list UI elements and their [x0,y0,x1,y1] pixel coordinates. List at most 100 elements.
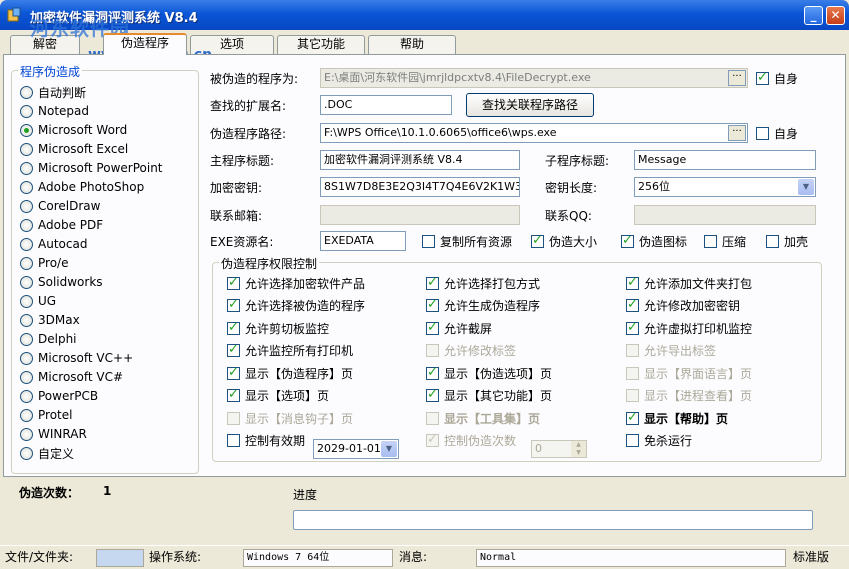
radio-button[interactable] [20,161,33,175]
fake-size-box[interactable] [531,233,544,248]
permission-checkbox[interactable]: 免杀运行 [626,433,692,449]
fake-as-option[interactable]: 自动判断 [20,83,86,101]
spin-up-icon[interactable]: ▲ [571,441,586,449]
checkbox-box[interactable] [227,320,240,335]
radio-button[interactable] [20,370,33,384]
permission-checkbox[interactable]: 显示【选项】页 [227,387,329,404]
permission-checkbox[interactable]: 允许添加文件夹打包 [626,275,752,291]
checkbox-box[interactable] [227,297,240,312]
fake-as-option[interactable]: Microsoft VC++ [20,349,133,367]
permission-checkbox[interactable]: 允许剪切板监控 [227,320,329,336]
email-field[interactable] [320,205,520,225]
calendar-dropdown-icon[interactable]: ▼ [381,441,397,457]
radio-button[interactable] [20,389,33,403]
radio-button[interactable] [20,142,33,156]
main-title-field[interactable]: 加密软件漏洞评测系统 V8.4 [320,150,520,170]
checkbox-box[interactable] [227,275,240,290]
copy-all-resources-checkbox[interactable]: 复制所有资源 [422,233,512,249]
radio-button[interactable] [20,351,33,365]
permission-checkbox[interactable]: 显示【帮助】页 [626,410,728,426]
radio-button[interactable] [20,237,33,251]
fake-as-option[interactable]: Microsoft PowerPoint [20,159,163,177]
target-program-field[interactable]: E:\桌面\河东软件园\jmrjldpcxtv8.4\FileDecrypt.e… [320,68,748,88]
fake-as-option[interactable]: 自定义 [20,444,74,462]
key-field[interactable]: 8S1W7D8E3E2Q3I4T7Q4E6V2K1W3E2 [320,177,520,197]
fake-as-option[interactable]: Protel [20,406,72,424]
permission-checkbox[interactable]: 允许选择被伪造的程序 [227,297,365,314]
checkbox-box[interactable] [626,410,639,425]
fake-as-option[interactable]: Pro/e [20,254,68,272]
qq-field[interactable] [634,205,816,225]
shell-box[interactable] [766,234,779,248]
fake-as-option[interactable]: Microsoft VC# [20,368,123,386]
checkbox-box[interactable] [626,320,639,335]
self-checkbox-1-box[interactable] [756,70,769,85]
radio-button[interactable] [20,199,33,213]
fake-as-option[interactable]: PowerPCB [20,387,98,405]
permission-checkbox[interactable]: 允许虚拟打印机监控 [626,320,752,336]
close-button[interactable]: ✕ [826,6,845,25]
compress-box[interactable] [704,234,717,248]
chevron-down-icon[interactable]: ▼ [798,179,814,195]
checkbox-box[interactable] [426,387,439,402]
permission-checkbox[interactable]: 显示【伪造程序】页 [227,365,353,381]
sub-title-field[interactable]: Message [634,150,816,170]
radio-button[interactable] [20,256,33,270]
radio-button[interactable] [20,104,33,118]
tab-other-functions[interactable]: 其它功能 [277,35,365,54]
checkbox-box[interactable] [227,387,240,402]
radio-button[interactable] [20,123,33,137]
checkbox-box[interactable] [626,389,639,402]
checkbox-box[interactable] [626,275,639,290]
spin-down-icon[interactable]: ▼ [571,449,586,457]
permission-checkbox[interactable]: 允许修改标签 [426,343,516,359]
permission-checkbox[interactable]: 允许生成伪造程序 [426,297,540,314]
checkbox-box[interactable] [626,344,639,357]
target-browse-button[interactable]: ··· [728,70,746,86]
checkbox-box[interactable] [426,275,439,290]
fake-as-option[interactable]: Microsoft Word [20,121,127,139]
minimize-button[interactable]: _ [804,6,823,25]
fake-as-option[interactable]: CorelDraw [20,197,100,215]
shell-checkbox[interactable]: 加壳 [766,233,808,249]
permission-checkbox[interactable]: 显示【工具集】页 [426,410,540,426]
permission-checkbox[interactable]: 控制有效期 [227,433,305,449]
permission-checkbox[interactable]: 显示【伪造选项】页 [426,365,552,381]
radio-button[interactable] [20,180,33,194]
key-length-select[interactable]: 256位 ▼ [634,177,816,197]
fake-as-option[interactable]: Adobe PDF [20,216,103,234]
exe-res-field[interactable]: EXEDATA [320,231,406,251]
expiry-date-picker[interactable]: 2029-01-01 ▼ [313,439,399,459]
tab-fake-program[interactable]: 伪造程序 [103,33,187,55]
radio-button[interactable] [20,408,33,422]
permission-checkbox[interactable]: 允许修改加密密钥 [626,297,740,314]
checkbox-box[interactable] [227,411,240,425]
self-checkbox-2-box[interactable] [756,126,769,140]
compress-checkbox[interactable]: 压缩 [704,233,746,249]
permission-checkbox[interactable]: 显示【进程查看】页 [626,388,752,404]
fake-as-option[interactable]: 3DMax [20,311,80,329]
checkbox-box[interactable] [426,297,439,312]
path-browse-button[interactable]: ··· [728,125,746,141]
fake-as-option[interactable]: Autocad [20,235,87,253]
fake-icon-box[interactable] [621,233,634,248]
permission-checkbox[interactable]: 允许导出标签 [626,343,716,359]
radio-button[interactable] [20,313,33,327]
checkbox-box[interactable] [626,434,639,447]
checkbox-box[interactable] [426,365,439,380]
permission-checkbox[interactable]: 允许监控所有打印机 [227,342,353,359]
ext-field[interactable]: .DOC [320,95,452,115]
permission-checkbox[interactable]: 允许选择打包方式 [426,275,540,291]
radio-button[interactable] [20,446,33,460]
permission-checkbox[interactable]: 控制伪造次数 [426,432,516,449]
checkbox-box[interactable] [426,432,439,447]
radio-button[interactable] [20,218,33,232]
self-checkbox-1[interactable]: 自身 [756,70,798,86]
checkbox-box[interactable] [426,411,439,425]
fake-as-option[interactable]: Microsoft Excel [20,140,128,158]
fake-as-option[interactable]: Delphi [20,330,77,348]
radio-button[interactable] [20,85,33,99]
checkbox-box[interactable] [626,297,639,312]
copy-all-resources-box[interactable] [422,234,435,248]
fake-path-field[interactable]: F:\WPS Office\10.1.0.6065\office6\wps.ex… [320,123,748,143]
